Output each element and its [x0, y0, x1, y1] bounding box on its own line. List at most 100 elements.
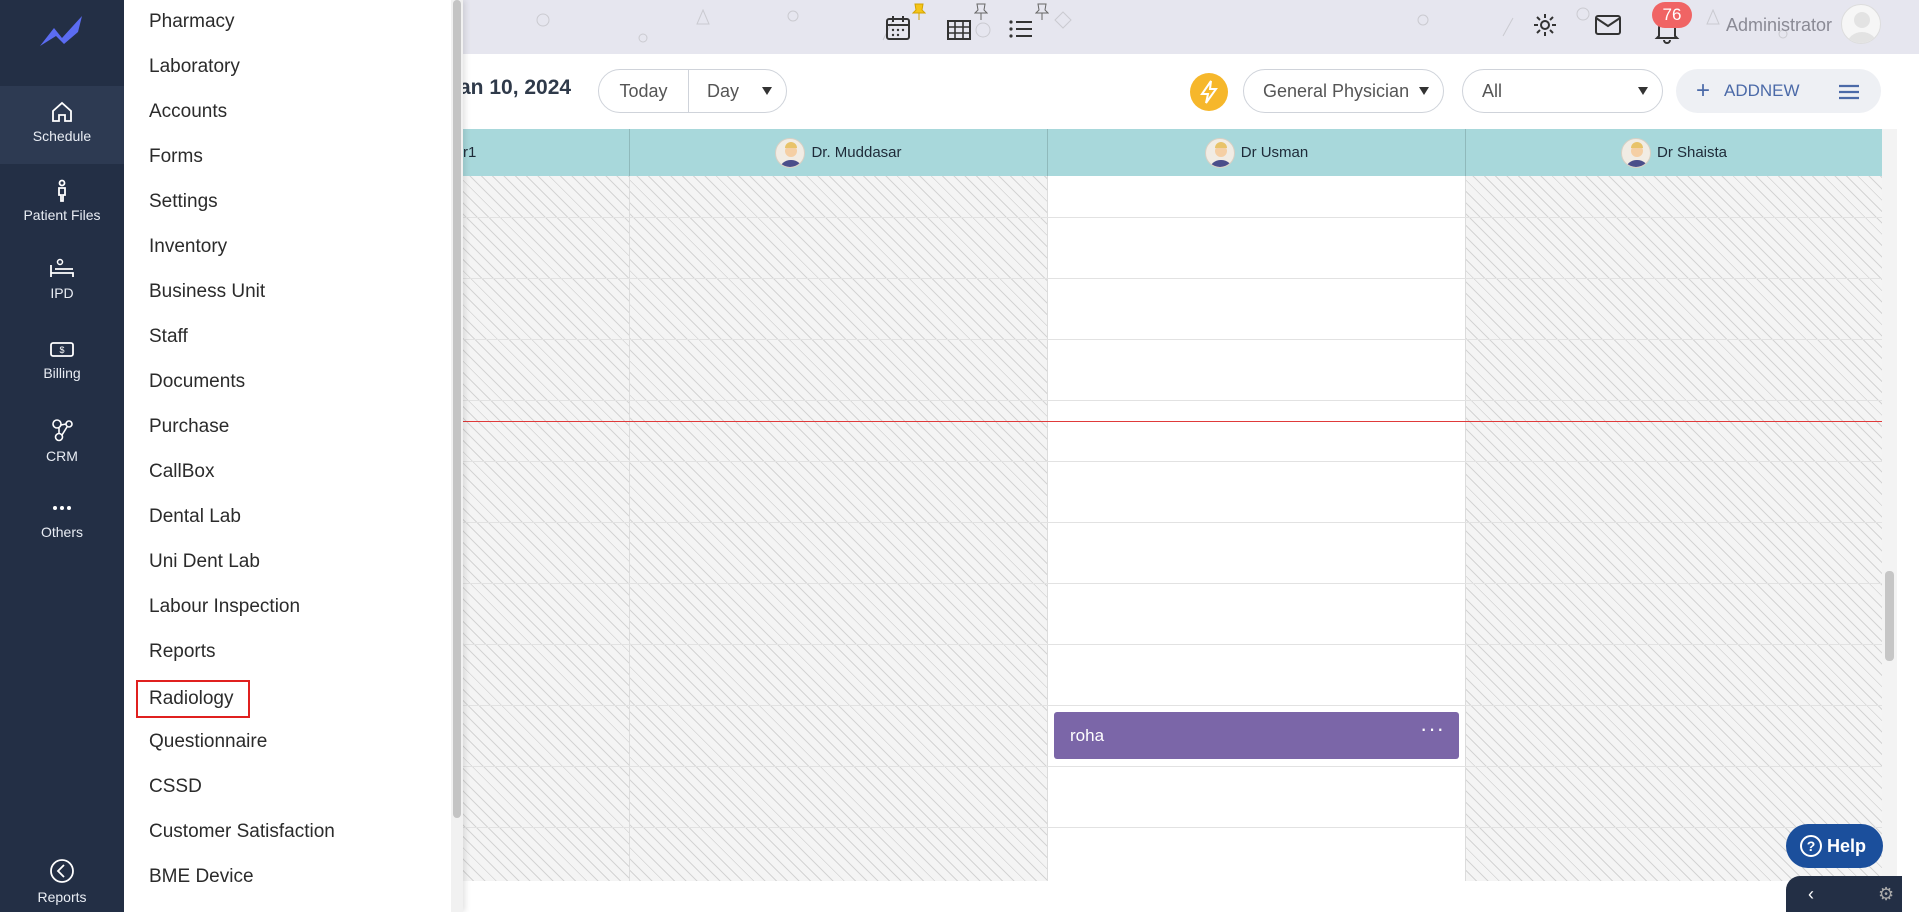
person-icon — [58, 179, 66, 202]
calendar-column-unavailable[interactable] — [463, 176, 630, 881]
rail-item-label: Reports — [37, 889, 87, 905]
top-bar — [463, 0, 1919, 54]
menu-item-customer-satisfaction[interactable]: Customer Satisfaction — [149, 817, 335, 847]
add-new-label: ADDNEW — [1724, 81, 1800, 100]
menu-item-bme-device[interactable]: BME Device — [149, 862, 254, 892]
time-slot-divider — [463, 522, 1882, 523]
menu-item-reports[interactable]: Reports — [149, 637, 216, 667]
hamburger-menu-icon[interactable] — [1837, 84, 1861, 100]
calendar-icon[interactable] — [885, 14, 911, 42]
menu-item-settings[interactable]: Settings — [149, 187, 218, 217]
appointment-card[interactable]: roha ··· — [1054, 712, 1459, 759]
menu-item-documents[interactable]: Documents — [149, 367, 245, 397]
rail-item-label: Patient Files — [23, 207, 101, 223]
help-button[interactable]: ? Help — [1786, 824, 1883, 868]
calendar-column-unavailable[interactable] — [1466, 176, 1882, 881]
rail-item-label: CRM — [46, 448, 78, 464]
pin-icon[interactable] — [1035, 3, 1049, 21]
time-slot-divider — [463, 583, 1882, 584]
specialty-select[interactable]: General Physician — [1243, 69, 1444, 113]
appointment-patient-name: roha — [1070, 726, 1105, 745]
calendar-grid: r1 Dr. Muddasar Dr Usman Dr Shaista roha… — [463, 129, 1882, 881]
current-date-label: an 10, 2024 — [459, 76, 572, 99]
app-logo-icon[interactable] — [38, 12, 86, 52]
calendar-column-available[interactable] — [1048, 176, 1466, 881]
menu-item-purchase[interactable]: Purchase — [149, 412, 229, 442]
quick-action-button[interactable] — [1190, 73, 1228, 111]
rail-item-ipd[interactable]: IPD — [0, 243, 124, 321]
column-header[interactable]: Dr Usman — [1048, 129, 1466, 176]
module-drawer: Pharmacy Laboratory Accounts Forms Setti… — [124, 0, 463, 912]
calendar-scrollbar[interactable] — [1882, 129, 1897, 881]
gear-icon[interactable]: ⚙ — [1878, 884, 1894, 905]
pin-icon[interactable] — [974, 3, 988, 21]
user-name[interactable]: Administrator — [1726, 15, 1832, 36]
add-new-button[interactable]: + ADDNEW — [1676, 69, 1881, 113]
drawer-scroll-thumb[interactable] — [453, 0, 461, 818]
drawer-scrollbar[interactable] — [451, 0, 463, 912]
rail-item-schedule[interactable]: Schedule — [0, 86, 124, 164]
rail-item-patient-files[interactable]: Patient Files — [0, 165, 124, 243]
menu-item-laboratory[interactable]: Laboratory — [149, 52, 240, 82]
settings-gear-icon[interactable] — [1532, 12, 1558, 38]
menu-item-accounts[interactable]: Accounts — [149, 97, 227, 127]
doctor-filter-select[interactable]: All — [1462, 69, 1663, 113]
plus-icon: + — [1696, 77, 1711, 104]
mail-icon[interactable] — [1594, 14, 1622, 36]
doctor-avatar — [1204, 137, 1235, 168]
grid-view-icon[interactable] — [946, 18, 972, 42]
calendar-column-unavailable[interactable] — [630, 176, 1048, 881]
time-slot-divider — [463, 644, 1882, 645]
column-header[interactable]: Dr. Muddasar — [630, 129, 1048, 176]
menu-item-business-unit[interactable]: Business Unit — [149, 277, 265, 307]
lightning-icon — [1200, 80, 1218, 104]
menu-item-inventory[interactable]: Inventory — [149, 232, 227, 262]
time-slot-divider — [463, 278, 1882, 279]
svg-text:$: $ — [59, 345, 64, 355]
confetti-pattern — [536, 7, 1788, 43]
column-header[interactable]: Dr Shaista — [1466, 129, 1882, 176]
time-slot-divider — [463, 827, 1882, 828]
view-select[interactable]: Day — [688, 69, 787, 113]
menu-item-staff[interactable]: Staff — [149, 322, 188, 352]
user-avatar[interactable] — [1841, 4, 1881, 44]
chevron-left-icon[interactable]: ‹ — [1808, 884, 1814, 905]
column-header[interactable]: r1 — [463, 129, 630, 176]
menu-item-radiology[interactable]: Radiology — [136, 680, 250, 718]
time-slot-divider — [463, 339, 1882, 340]
home-icon — [52, 101, 72, 122]
time-slot-divider — [463, 766, 1882, 767]
menu-item-dental-lab[interactable]: Dental Lab — [149, 502, 241, 532]
menu-item-uni-dent-lab[interactable]: Uni Dent Lab — [149, 547, 260, 577]
rail-item-crm[interactable]: CRM — [0, 402, 124, 480]
doctor-avatar — [1620, 137, 1651, 168]
bed-icon — [50, 258, 74, 277]
more-icon — [53, 506, 71, 510]
appointment-menu-icon[interactable]: ··· — [1420, 716, 1445, 742]
network-icon — [52, 419, 73, 442]
doctor-avatar — [775, 137, 806, 168]
column-doctor-name: r1 — [463, 144, 477, 161]
menu-item-questionnaire[interactable]: Questionnaire — [149, 727, 267, 757]
notification-count-badge[interactable]: 76 — [1652, 2, 1692, 28]
column-doctor-name: Dr. Muddasar — [811, 144, 902, 161]
rail-item-others[interactable]: Others — [0, 482, 124, 560]
menu-item-forms[interactable]: Forms — [149, 142, 203, 172]
cash-icon: $ — [50, 342, 74, 357]
rail-item-billing[interactable]: $ Billing — [0, 323, 124, 401]
rail-item-label: IPD — [50, 285, 74, 301]
today-button[interactable]: Today — [598, 69, 689, 113]
list-view-icon[interactable] — [1008, 18, 1034, 40]
time-slot-divider — [463, 705, 1882, 706]
menu-item-callbox[interactable]: CallBox — [149, 457, 214, 487]
caret-down-icon — [1638, 87, 1648, 95]
pin-active-icon[interactable] — [912, 3, 926, 21]
menu-item-labour-inspection[interactable]: Labour Inspection — [149, 592, 300, 622]
calendar-scroll-thumb[interactable] — [1885, 571, 1894, 661]
menu-item-pharmacy[interactable]: Pharmacy — [149, 7, 235, 37]
help-label: Help — [1827, 836, 1867, 856]
current-time-indicator — [463, 421, 1882, 422]
menu-item-cssd[interactable]: CSSD — [149, 772, 202, 802]
view-select-value: Day — [707, 81, 740, 101]
rail-item-reports[interactable]: Reports — [0, 845, 124, 912]
